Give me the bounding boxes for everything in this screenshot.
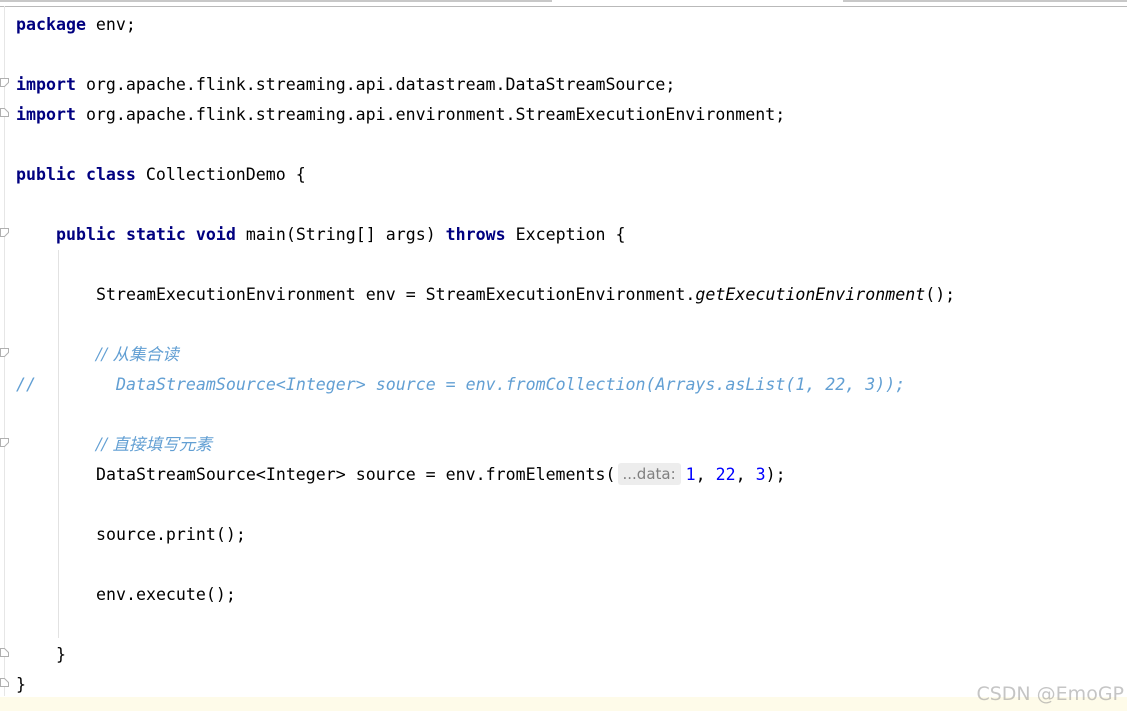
code-line-main-decl[interactable]: public static void main(String[] args) t… <box>56 220 626 250</box>
fold-marker-icon[interactable] <box>0 438 9 447</box>
source-decl-start: DataStreamSource<Integer> source = env.f… <box>96 465 616 484</box>
commented-code: DataStreamSource<Integer> source = env.f… <box>116 375 906 394</box>
keyword-import: import <box>16 105 76 124</box>
fold-marker-icon[interactable] <box>0 648 9 657</box>
env-decl-start: StreamExecutionEnvironment env = StreamE… <box>96 285 696 304</box>
closing-brace: } <box>56 645 66 664</box>
parameter-hint: ...data: <box>617 463 681 485</box>
current-line-highlight <box>0 697 1127 711</box>
comment-text: // 从集合读 <box>96 345 179 364</box>
comment-prefix: // <box>16 375 36 394</box>
source-decl-end: ); <box>765 465 786 484</box>
closing-brace: } <box>16 675 26 694</box>
code-line-comment-collection[interactable]: // 从集合读 <box>96 340 179 370</box>
code-line-comment-elements[interactable]: // 直接填写元素 <box>96 430 212 460</box>
keyword-class: class <box>85 165 136 184</box>
fold-marker-icon[interactable] <box>0 678 9 687</box>
code-line-source-decl[interactable]: DataStreamSource<Integer> source = env.f… <box>96 460 786 490</box>
keyword-import: import <box>16 75 76 94</box>
number-literal: 22 <box>715 465 736 484</box>
package-name: env; <box>85 15 136 34</box>
class-name: CollectionDemo { <box>135 165 306 184</box>
number-literal: 1 <box>685 465 696 484</box>
import-path: org.apache.flink.streaming.api.environme… <box>75 105 786 124</box>
keyword-public: public <box>16 165 76 184</box>
arg-separator: , <box>695 465 716 484</box>
print-statement: source.print(); <box>96 525 246 544</box>
arg-separator: , <box>735 465 756 484</box>
indent-guide <box>58 250 59 638</box>
code-line-execute[interactable]: env.execute(); <box>96 580 236 610</box>
fold-marker-icon[interactable] <box>0 78 9 87</box>
code-line-import-2[interactable]: import org.apache.flink.streaming.api.en… <box>16 100 785 130</box>
code-editor[interactable]: package env; import org.apache.flink.str… <box>0 10 1127 700</box>
number-literal: 3 <box>755 465 766 484</box>
editor-top-border <box>0 0 1127 7</box>
code-line-commented-out[interactable]: // <box>16 370 36 400</box>
keyword-static: static <box>125 225 186 244</box>
code-line-class-decl[interactable]: public class CollectionDemo { <box>16 160 306 190</box>
comment-text: // 直接填写元素 <box>96 435 213 454</box>
execute-statement: env.execute(); <box>96 585 236 604</box>
keyword-public: public <box>56 225 116 244</box>
code-line-env-decl[interactable]: StreamExecutionEnvironment env = StreamE… <box>96 280 955 310</box>
env-decl-end: (); <box>925 285 956 304</box>
fold-marker-icon[interactable] <box>0 108 9 117</box>
fold-marker-icon[interactable] <box>0 228 9 237</box>
code-line-import-1[interactable]: import org.apache.flink.streaming.api.da… <box>16 70 675 100</box>
code-line-print[interactable]: source.print(); <box>96 520 246 550</box>
main-rest: Exception { <box>505 225 626 244</box>
keyword-void: void <box>195 225 236 244</box>
keyword-package: package <box>16 15 86 34</box>
keyword-throws: throws <box>445 225 506 244</box>
code-line-package[interactable]: package env; <box>16 10 136 40</box>
code-line-commented-code[interactable]: DataStreamSource<Integer> source = env.f… <box>116 370 905 400</box>
import-path: org.apache.flink.streaming.api.datastrea… <box>75 75 676 94</box>
watermark: CSDN @EmoGP <box>976 683 1124 705</box>
main-signature: main(String[] args) <box>235 225 446 244</box>
code-line-close-class[interactable]: } <box>16 670 26 700</box>
static-method-call: getExecutionEnvironment <box>695 285 926 304</box>
fold-marker-icon[interactable] <box>0 348 9 357</box>
code-line-close-method[interactable]: } <box>56 640 66 670</box>
